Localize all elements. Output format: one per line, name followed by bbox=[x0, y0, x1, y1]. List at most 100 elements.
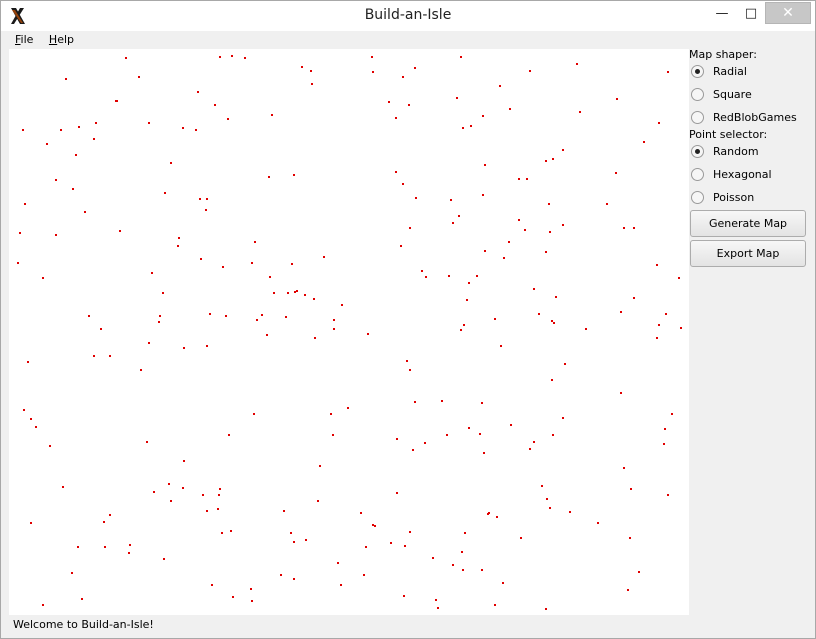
map-point bbox=[680, 327, 682, 329]
map-point bbox=[42, 604, 44, 606]
generate-map-button[interactable]: Generate Map bbox=[690, 210, 806, 237]
radio-random-circle[interactable] bbox=[691, 145, 704, 158]
radio-radial-circle[interactable] bbox=[691, 65, 704, 78]
radio-poisson[interactable]: Poisson bbox=[691, 189, 809, 207]
menu-help[interactable]: Help bbox=[43, 32, 80, 46]
map-point bbox=[340, 584, 342, 586]
map-point bbox=[520, 537, 522, 539]
map-point bbox=[305, 539, 307, 541]
map-point bbox=[529, 448, 531, 450]
close-button[interactable]: ✕ bbox=[765, 2, 811, 24]
radio-poisson-label: Poisson bbox=[713, 191, 755, 204]
radio-poisson-circle[interactable] bbox=[691, 191, 704, 204]
map-point bbox=[217, 508, 219, 510]
map-point bbox=[671, 413, 673, 415]
radio-radial-label: Radial bbox=[713, 65, 747, 78]
map-point bbox=[128, 552, 130, 554]
map-point bbox=[290, 532, 292, 534]
map-point bbox=[437, 607, 439, 609]
map-point bbox=[643, 141, 645, 143]
map-point bbox=[425, 276, 427, 278]
map-point bbox=[206, 345, 208, 347]
map-point bbox=[494, 318, 496, 320]
map-point bbox=[205, 209, 207, 211]
map-point bbox=[24, 203, 26, 205]
map-point bbox=[629, 537, 631, 539]
map-point bbox=[466, 299, 468, 301]
map-point bbox=[153, 491, 155, 493]
map-point bbox=[414, 401, 416, 403]
radio-radial[interactable]: Radial bbox=[691, 63, 809, 81]
map-point bbox=[206, 510, 208, 512]
map-point bbox=[367, 333, 369, 335]
app-window: Build-an-Isle — □ ✕ File Help Map shaper… bbox=[0, 0, 816, 639]
map-point bbox=[158, 321, 160, 323]
map-point bbox=[481, 402, 483, 404]
map-point bbox=[372, 71, 374, 73]
map-point bbox=[623, 227, 625, 229]
map-point bbox=[30, 418, 32, 420]
map-point bbox=[408, 104, 410, 106]
map-point bbox=[219, 488, 221, 490]
maximize-button[interactable]: □ bbox=[734, 3, 768, 27]
map-canvas[interactable] bbox=[9, 49, 689, 615]
radio-hexagonal[interactable]: Hexagonal bbox=[691, 166, 809, 184]
map-point bbox=[553, 322, 555, 324]
map-point bbox=[623, 467, 625, 469]
map-point bbox=[71, 572, 73, 574]
title-bar[interactable]: Build-an-Isle — □ ✕ bbox=[1, 1, 815, 31]
map-point bbox=[664, 428, 666, 430]
radio-hexagonal-circle[interactable] bbox=[691, 168, 704, 181]
map-point bbox=[638, 571, 640, 573]
map-point bbox=[103, 521, 105, 523]
map-point bbox=[296, 290, 298, 292]
map-point bbox=[483, 452, 485, 454]
map-point bbox=[231, 55, 233, 57]
map-point bbox=[22, 129, 24, 131]
map-point bbox=[658, 324, 660, 326]
map-point bbox=[148, 122, 150, 124]
radio-redblobgames-label: RedBlobGames bbox=[713, 111, 797, 124]
map-point bbox=[30, 522, 32, 524]
menu-file[interactable]: File bbox=[9, 32, 39, 46]
map-point bbox=[115, 100, 117, 102]
map-point bbox=[545, 251, 547, 253]
map-point bbox=[509, 108, 511, 110]
map-point bbox=[304, 294, 306, 296]
map-point bbox=[283, 510, 285, 512]
export-map-button[interactable]: Export Map bbox=[690, 240, 806, 267]
map-point bbox=[396, 438, 398, 440]
map-point bbox=[562, 149, 564, 151]
map-point bbox=[271, 114, 273, 116]
map-point bbox=[93, 355, 95, 357]
map-point bbox=[256, 319, 258, 321]
map-point bbox=[261, 314, 263, 316]
radio-random[interactable]: Random bbox=[691, 143, 809, 161]
radio-redblobgames[interactable]: RedBlobGames bbox=[691, 109, 809, 127]
map-point bbox=[182, 127, 184, 129]
map-point bbox=[396, 492, 398, 494]
radio-square[interactable]: Square bbox=[691, 86, 809, 104]
map-point bbox=[555, 296, 557, 298]
map-point bbox=[285, 316, 287, 318]
map-point bbox=[244, 57, 246, 59]
radio-square-circle[interactable] bbox=[691, 88, 704, 101]
point-selector-label: Point selector: bbox=[689, 128, 768, 141]
map-point bbox=[546, 498, 548, 500]
map-point bbox=[363, 574, 365, 576]
map-point bbox=[616, 98, 618, 100]
status-text: Welcome to Build-an-Isle! bbox=[13, 618, 154, 631]
map-point bbox=[323, 256, 325, 258]
radio-redblobgames-circle[interactable] bbox=[691, 111, 704, 124]
map-point bbox=[42, 277, 44, 279]
map-point bbox=[27, 361, 29, 363]
map-point bbox=[508, 241, 510, 243]
map-point bbox=[227, 118, 229, 120]
map-point bbox=[251, 600, 253, 602]
map-point bbox=[159, 315, 161, 317]
map-point bbox=[62, 486, 64, 488]
map-point bbox=[251, 262, 253, 264]
map-point bbox=[538, 313, 540, 315]
map-point bbox=[232, 596, 234, 598]
map-point bbox=[183, 460, 185, 462]
